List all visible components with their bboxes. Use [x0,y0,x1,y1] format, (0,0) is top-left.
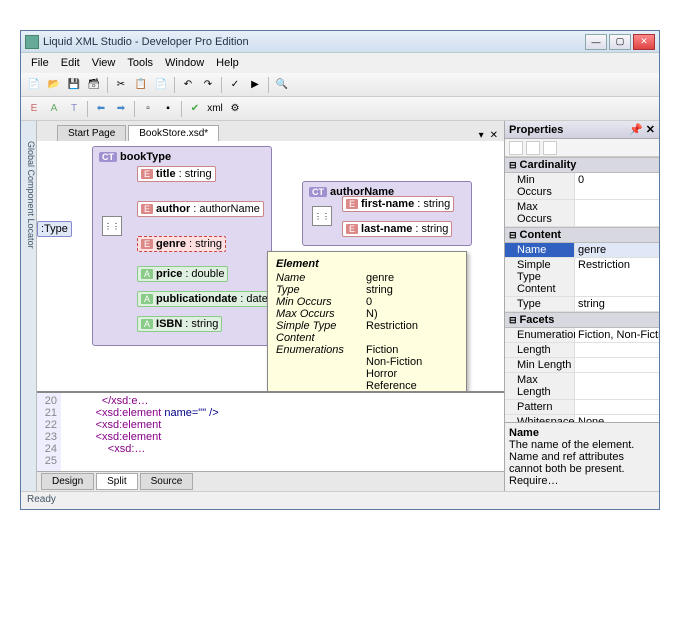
tab-design[interactable]: Design [41,473,94,490]
app-icon [25,35,39,49]
document-tabs: Start Page BookStore.xsd* ▾ ✕ [37,121,504,141]
prop-enum[interactable]: EnumerationsFiction, Non-Ficti [505,328,659,343]
window-title: Liquid XML Studio - Developer Pro Editio… [43,36,583,48]
menubar: File Edit View Tools Window Help [21,53,659,73]
attribute-icon[interactable]: A [45,100,63,118]
statusbar: Ready [21,491,659,509]
panel-close-icon[interactable]: ✕ [646,123,655,136]
titlebar[interactable]: Liquid XML Studio - Developer Pro Editio… [21,31,659,53]
sequence-icon[interactable]: ⋮⋮ [102,216,122,236]
cat-content[interactable]: Content [505,227,659,243]
element-genre[interactable]: E genre : string [137,236,226,252]
prop-minoccurs[interactable]: Min Occurs0 [505,173,659,200]
view-tabs: Design Split Source [37,471,504,491]
back-icon[interactable]: ⬅ [92,100,110,118]
toolbar-1: 📄 📂 💾 🗃 ✂ 📋 📄 ↶ ↷ ✓ ▶ 🔍 [21,73,659,97]
minimize-button[interactable]: — [585,34,607,50]
element-lastname[interactable]: E last-name : string [342,221,452,237]
prop-length[interactable]: Length [505,343,659,358]
tab-split[interactable]: Split [96,473,137,490]
prop-white[interactable]: WhitespaceNone [505,415,659,422]
element-title[interactable]: E title : string [137,166,216,182]
cat-facets[interactable]: Facets [505,312,659,328]
toolbar-2: E A T ⬅ ➡ ▫ ▪ ✔ xml ⚙ [21,97,659,121]
prop-maxlen[interactable]: Max Length [505,373,659,400]
prop-name[interactable]: Namegenre [505,243,659,258]
prop-minlen[interactable]: Min Length [505,358,659,373]
maximize-button[interactable]: ▢ [609,34,631,50]
line-gutter: 202122232425 [37,393,61,471]
prop-type[interactable]: Typestring [505,297,659,312]
tab-bookstore[interactable]: BookStore.xsd* [128,125,219,141]
global-component-locator-panel[interactable]: Global Component Locator [21,121,37,491]
type-icon[interactable]: T [65,100,83,118]
undo-icon[interactable]: ↶ [179,76,197,94]
tab-source[interactable]: Source [140,473,194,490]
code-pane[interactable]: 202122232425 </xsd:e… <xsd:element name=… [37,391,504,471]
menu-view[interactable]: View [86,55,122,71]
attr-price[interactable]: A price : double [137,266,228,282]
attr-pubdate[interactable]: A publicationdate : date [137,291,272,307]
redo-icon[interactable]: ↷ [199,76,217,94]
menu-edit[interactable]: Edit [55,55,86,71]
find-icon[interactable]: 🔍 [273,76,291,94]
element-firstname[interactable]: E first-name : string [342,196,454,212]
expand-icon[interactable]: ▪ [159,100,177,118]
settings-icon[interactable]: ⚙ [226,100,244,118]
property-description: Name The name of the element. Name and r… [505,422,659,491]
properties-toolbar [505,139,659,157]
menu-window[interactable]: Window [159,55,210,71]
attr-isbn[interactable]: A ISBN : string [137,316,222,332]
schema-diagram[interactable]: :Type CTbookType ⋮⋮ E title : string E a… [37,141,504,391]
close-button[interactable]: ✕ [633,34,655,50]
app-window: Liquid XML Studio - Developer Pro Editio… [20,30,660,510]
paste-icon[interactable]: 📄 [152,76,170,94]
open-icon[interactable]: 📂 [45,76,63,94]
prop-pattern[interactable]: Pattern [505,400,659,415]
save-icon[interactable]: 💾 [65,76,83,94]
tab-dropdown-icon[interactable]: ▾ [477,130,486,141]
cat-cardinality[interactable]: Cardinality [505,157,659,173]
root-type[interactable]: :Type [37,221,72,237]
saveall-icon[interactable]: 🗃 [85,76,103,94]
categorize-icon[interactable] [509,141,523,155]
element-author[interactable]: E author : authorName [137,201,264,217]
element-icon[interactable]: E [25,100,43,118]
tab-close-icon[interactable]: ✕ [488,130,500,141]
prop-stc[interactable]: Simple Type ContentRestriction [505,258,659,297]
prop-info-icon[interactable] [543,141,557,155]
alpha-icon[interactable] [526,141,540,155]
element-tooltip: Element NamegenreTypestringMin Occurs0Ma… [267,251,467,391]
validate-icon[interactable]: ✓ [226,76,244,94]
pin-icon[interactable]: 📌 [629,123,643,136]
menu-tools[interactable]: Tools [121,55,159,71]
collapse-icon[interactable]: ▫ [139,100,157,118]
menu-file[interactable]: File [25,55,55,71]
code-text[interactable]: </xsd:e… <xsd:element name="" /> <xsd:el… [61,393,504,471]
copy-icon[interactable]: 📋 [132,76,150,94]
xml-icon[interactable]: xml [206,100,224,118]
tab-startpage[interactable]: Start Page [57,125,126,141]
new-icon[interactable]: 📄 [25,76,43,94]
properties-panel: Properties 📌✕ Cardinality Min Occurs0 Ma… [504,121,659,491]
forward-icon[interactable]: ➡ [112,100,130,118]
check-icon[interactable]: ✔ [186,100,204,118]
properties-header[interactable]: Properties 📌✕ [505,121,659,139]
property-grid[interactable]: Cardinality Min Occurs0 Max Occurs Conte… [505,157,659,422]
prop-maxoccurs[interactable]: Max Occurs [505,200,659,227]
cut-icon[interactable]: ✂ [112,76,130,94]
menu-help[interactable]: Help [210,55,245,71]
run-icon[interactable]: ▶ [246,76,264,94]
sequence-icon-2[interactable]: ⋮⋮ [312,206,332,226]
